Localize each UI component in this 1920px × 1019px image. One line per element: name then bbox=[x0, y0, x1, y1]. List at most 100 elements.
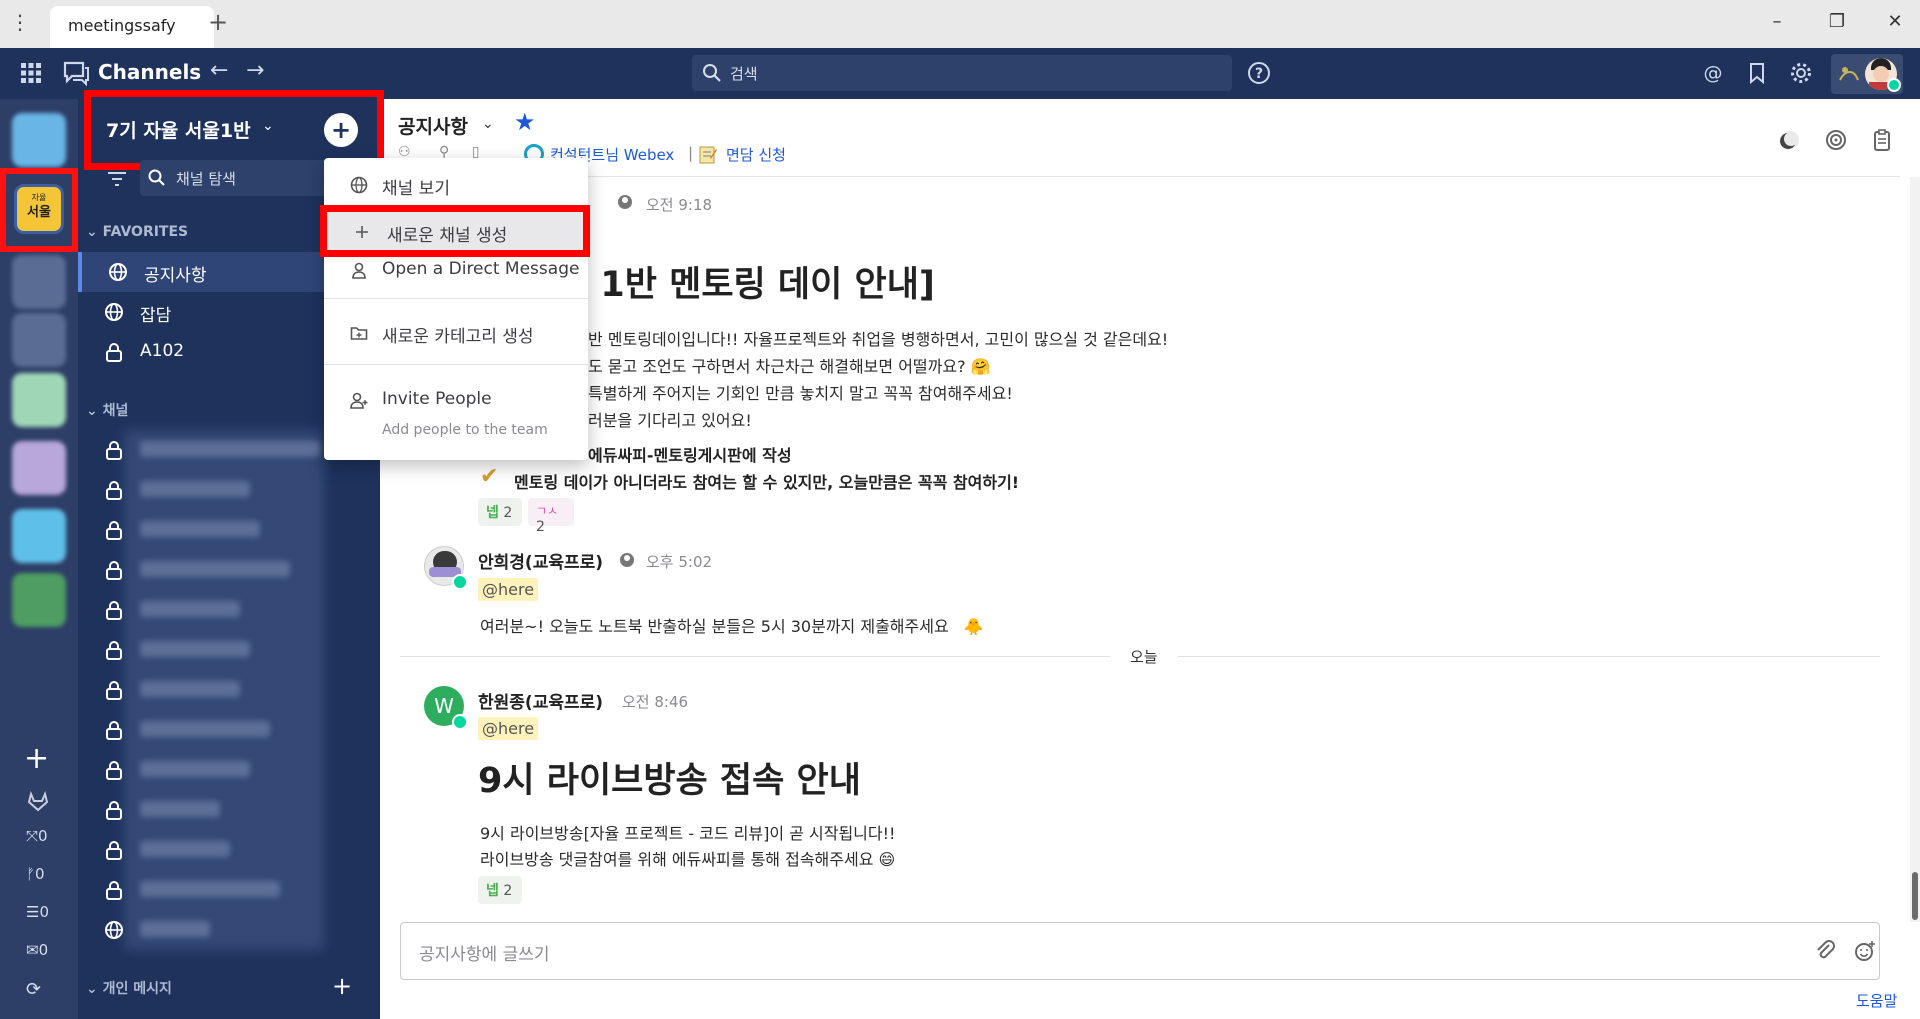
list-icon: ☰ bbox=[26, 903, 40, 921]
sidebar-item-public[interactable] bbox=[78, 910, 380, 950]
add-channel-button[interactable]: + bbox=[324, 113, 358, 147]
status-moon-icon[interactable] bbox=[1778, 128, 1802, 152]
clipboard-icon[interactable] bbox=[1870, 128, 1894, 152]
post-line-text: 여러분~! 오늘도 노트북 반출하실 분들은 5시 30분까지 제출해주세요 bbox=[480, 617, 949, 636]
channels-icon bbox=[63, 61, 89, 86]
lock-icon bbox=[106, 681, 122, 700]
team-add-menu: 채널 보기 Open a Direct Message 새로운 카테고리 생성 … bbox=[324, 158, 588, 460]
dm-header[interactable]: ⌄ 개인 메시지 bbox=[86, 978, 172, 998]
attachment-icon[interactable] bbox=[1813, 939, 1837, 963]
sidebar-item-private[interactable] bbox=[78, 830, 380, 870]
team-tile[interactable] bbox=[12, 313, 66, 367]
selected-team-tile[interactable]: 자율 서울 bbox=[14, 184, 64, 234]
restore-button[interactable]: ❐ bbox=[1822, 10, 1852, 34]
post-line: 특별하게 주어지는 기회인 만큼 놓치지 말고 꼭꼭 참여해주세요! bbox=[588, 384, 1013, 403]
blurred-channel-name bbox=[140, 881, 280, 897]
sidebar-item-private[interactable] bbox=[78, 550, 380, 590]
favorites-header[interactable]: ⌄ FAVORITES bbox=[86, 224, 188, 240]
channels-header[interactable]: ⌄ 채널 bbox=[86, 400, 128, 420]
chick-emoji-icon: 🐥 bbox=[963, 617, 984, 636]
grid-icon[interactable] bbox=[20, 62, 42, 84]
help-link[interactable]: 도움말 bbox=[1856, 990, 1897, 1011]
post-author[interactable]: 안희경(교육프로) bbox=[478, 548, 603, 573]
close-window-button[interactable]: ✕ bbox=[1880, 10, 1910, 34]
sidebar-item-private[interactable] bbox=[78, 870, 380, 910]
bot-icon bbox=[620, 553, 634, 567]
menu-item-create-category[interactable]: 새로운 카테고리 생성 bbox=[324, 313, 588, 353]
mail-icon: ✉ bbox=[26, 941, 39, 959]
reaction[interactable]: ㄱㅅ 2 bbox=[528, 498, 574, 535]
search-icon bbox=[703, 64, 721, 82]
channel-title[interactable]: 공지사항 bbox=[398, 112, 468, 139]
mail-count[interactable]: ✉0 bbox=[26, 941, 48, 959]
blurred-channel-name bbox=[140, 921, 210, 937]
user-menu-button[interactable] bbox=[1831, 54, 1903, 94]
add-team-button[interactable]: + bbox=[24, 741, 49, 776]
blurred-channel-name bbox=[140, 481, 250, 497]
branch-icon: ᚠ bbox=[26, 865, 36, 883]
lock-icon bbox=[106, 441, 122, 460]
team-tile[interactable] bbox=[12, 373, 66, 427]
sidebar-item-private[interactable] bbox=[78, 710, 380, 750]
post-author[interactable]: 한원종(교육프로) bbox=[478, 688, 603, 713]
sidebar-item-private[interactable] bbox=[78, 630, 380, 670]
sidebar-item-private[interactable] bbox=[78, 670, 380, 710]
team-tile[interactable] bbox=[12, 509, 66, 563]
browser-menu-icon[interactable]: ⋮ bbox=[10, 10, 30, 34]
star-icon[interactable]: ★ bbox=[514, 108, 536, 136]
blurred-channel-name bbox=[140, 561, 290, 577]
target-icon[interactable] bbox=[1824, 128, 1848, 152]
menu-item-browse-channels[interactable]: 채널 보기 bbox=[324, 165, 588, 205]
merge-icon: ⤧ bbox=[26, 827, 39, 845]
blurred-channel-name bbox=[140, 441, 320, 457]
team-tile[interactable] bbox=[12, 113, 66, 167]
mention-icon[interactable]: @ bbox=[1700, 60, 1726, 86]
filter-icon[interactable] bbox=[106, 170, 128, 188]
message-input[interactable]: 공지사항에 글쓰기 bbox=[400, 922, 1880, 980]
team-name[interactable]: 7기 자율 서울1반 bbox=[106, 116, 251, 143]
menu-item-create-channel[interactable]: 새로운 채널 생성 bbox=[320, 205, 590, 257]
reaction[interactable]: 넵 2 bbox=[478, 876, 522, 904]
channels-header-label: 채널 bbox=[102, 403, 129, 419]
emoji-icon[interactable] bbox=[1853, 939, 1877, 963]
post-time[interactable]: 오전 8:46 bbox=[622, 691, 688, 712]
scrollbar[interactable] bbox=[1910, 177, 1920, 922]
branch-count[interactable]: ᚠ0 bbox=[26, 865, 45, 883]
refresh-icon[interactable]: ⟳ bbox=[26, 979, 41, 1000]
search-input[interactable]: 검색 bbox=[692, 55, 1232, 91]
sidebar-item-private[interactable] bbox=[78, 790, 380, 830]
mention-badge[interactable]: @here bbox=[478, 717, 539, 740]
browser-titlebar: ⋮ meetingssafy + – ❐ ✕ bbox=[0, 0, 1920, 48]
back-arrow-icon[interactable]: ← bbox=[210, 58, 228, 83]
scrollbar-thumb[interactable] bbox=[1912, 872, 1918, 920]
settings-icon[interactable] bbox=[1788, 60, 1814, 86]
team-tile[interactable] bbox=[12, 573, 66, 627]
forward-arrow-icon[interactable]: → bbox=[246, 58, 264, 83]
issues-count[interactable]: ☰0 bbox=[26, 903, 49, 921]
bookmark-icon[interactable] bbox=[1744, 60, 1770, 86]
new-tab-button[interactable]: + bbox=[206, 10, 230, 34]
team-tile[interactable] bbox=[12, 441, 66, 495]
post-time[interactable]: 오후 5:02 bbox=[646, 551, 712, 572]
sidebar-item-private[interactable] bbox=[78, 750, 380, 790]
menu-item-label: 새로운 카테고리 생성 bbox=[382, 327, 534, 347]
chevron-down-icon[interactable]: ⌄ bbox=[482, 116, 494, 132]
mention-badge[interactable]: @here bbox=[478, 578, 539, 601]
chevron-down-icon[interactable]: ⌄ bbox=[262, 118, 274, 134]
gitlab-icon[interactable] bbox=[26, 789, 50, 813]
browser-tab[interactable]: meetingssafy bbox=[50, 6, 214, 48]
merge-request-count[interactable]: ⤧0 bbox=[26, 827, 48, 845]
product-name[interactable]: Channels bbox=[98, 60, 201, 84]
sidebar-item-private[interactable] bbox=[78, 590, 380, 630]
post-time[interactable]: 오전 9:18 bbox=[646, 194, 712, 215]
interview-link[interactable]: 면담 신청 bbox=[726, 144, 786, 165]
post-line-text: 라이브방송 댓글참여를 위해 에듀싸피를 통해 접속해주세요 bbox=[480, 850, 874, 869]
sidebar-item-private[interactable] bbox=[78, 470, 380, 510]
add-dm-button[interactable]: + bbox=[332, 972, 352, 1000]
help-icon[interactable]: ? bbox=[1246, 60, 1272, 86]
post-line-text: 도 묻고 조언도 구하면서 차근차근 해결해보면 어떨까요? bbox=[588, 357, 966, 376]
sidebar-item-private[interactable] bbox=[78, 510, 380, 550]
team-tile[interactable] bbox=[12, 255, 66, 309]
reaction[interactable]: 넵 2 bbox=[478, 498, 522, 526]
minimize-button[interactable]: – bbox=[1762, 10, 1792, 34]
